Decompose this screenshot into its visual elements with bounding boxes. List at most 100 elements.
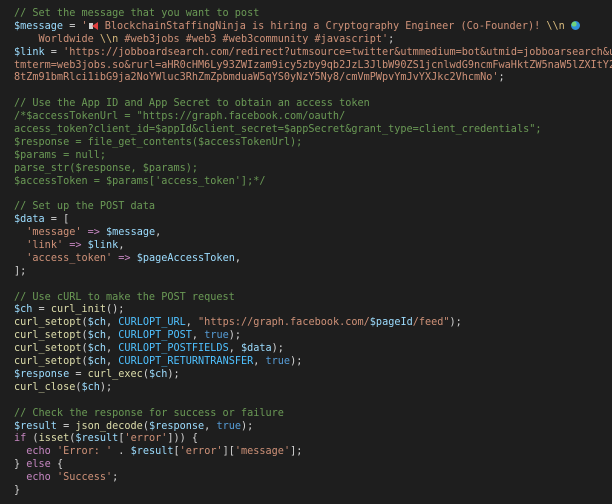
code-token: curl_setopt: [14, 343, 82, 355]
code-token: = [: [44, 214, 70, 226]
code-token: // Set the message that you want to post: [14, 8, 260, 19]
code-token: {: [50, 459, 64, 471]
code-line[interactable]: curl_setopt($ch, CURLOPT_RETURNTRANSFER,…: [14, 356, 612, 369]
code-token: CURLOPT_RETURNTRANSFER: [118, 356, 254, 368]
code-line[interactable]: [14, 279, 612, 292]
code-token: tmterm=web3jobs.so&rurl=aHR0cHM6Ly93ZWIz…: [14, 59, 612, 71]
code-token: =>: [112, 252, 137, 264]
code-token: curl_setopt: [14, 356, 82, 368]
code-line[interactable]: ];: [14, 266, 612, 279]
code-token: ,: [106, 343, 119, 355]
code-token: }: [14, 484, 21, 496]
code-line[interactable]: [14, 188, 612, 201]
code-token: );: [240, 420, 254, 432]
code-line[interactable]: 8tZm91bmRlci1ibG9ja2NoYWluc3RhZmZpbmduaW…: [14, 72, 612, 85]
code-token: isset: [38, 433, 70, 445]
code-token: ];: [14, 265, 27, 277]
code-token: =: [44, 46, 64, 58]
code-line[interactable]: $result = json_decode($response, true);: [14, 421, 612, 434]
code-line[interactable]: // Set up the POST data: [14, 201, 612, 214]
code-line[interactable]: echo 'Success';: [14, 472, 612, 485]
code-line[interactable]: echo 'Error: ' . $result['error']['messa…: [14, 446, 612, 459]
code-token: 'error': [179, 446, 223, 458]
code-token: echo: [26, 446, 51, 458]
code-line[interactable]: }: [14, 485, 612, 498]
code-editor[interactable]: // Set the message that you want to post…: [0, 0, 612, 504]
code-token: ;: [112, 472, 119, 484]
code-line[interactable]: 'link' => $link,: [14, 240, 612, 253]
code-line[interactable]: curl_setopt($ch, CURLOPT_POSTFIELDS, $da…: [14, 343, 612, 356]
code-line[interactable]: curl_setopt($ch, CURLOPT_URL, "https://g…: [14, 317, 612, 330]
code-token: $ch: [87, 317, 107, 329]
code-line[interactable]: parse_str($response, $params);: [14, 163, 612, 176]
code-line[interactable]: // Use the App ID and App Secret to obta…: [14, 98, 612, 111]
code-token: ])) {: [167, 433, 199, 445]
code-token: );: [167, 368, 180, 380]
code-token: \\n: [546, 20, 565, 32]
code-token: $link: [14, 46, 45, 58]
code-token: =: [63, 20, 82, 32]
code-line[interactable]: $message = ' BlockchainStaffingNinja is …: [14, 20, 612, 34]
code-token: );: [271, 343, 284, 355]
code-token: ': [81, 20, 88, 32]
code-token: ,: [185, 317, 199, 329]
code-token: ;: [498, 72, 505, 84]
code-token: true: [265, 356, 291, 368]
code-token: curl_setopt: [14, 317, 82, 329]
code-token: json_decode: [75, 420, 143, 432]
code-token: $ch: [14, 304, 33, 316]
code-line[interactable]: 'access_token' => $pageAccessToken,: [14, 253, 612, 266]
code-token: $pageAccessToken: [136, 252, 235, 264]
code-token: $ch: [87, 343, 107, 355]
code-token: ,: [204, 420, 217, 432]
code-line[interactable]: curl_close($ch);: [14, 382, 612, 395]
code-line[interactable]: $response = curl_exec($ch);: [14, 369, 612, 382]
code-line[interactable]: $data = [: [14, 214, 612, 227]
code-line[interactable]: // Use cURL to make the POST request: [14, 292, 612, 305]
code-token: 'error': [124, 433, 168, 445]
code-token: ,: [106, 330, 119, 342]
code-token: ,: [155, 227, 162, 239]
code-token: 'access_token': [26, 252, 113, 264]
code-token: =: [69, 368, 88, 380]
code-token: CURLOPT_POST: [118, 330, 192, 342]
code-token: #web3jobs #web3 #web3community #javascri…: [118, 33, 389, 45]
code-line[interactable]: 'message' => $message,: [14, 227, 612, 240]
code-line[interactable]: Worldwide \\n #web3jobs #web3 #web3commu…: [14, 34, 612, 47]
code-line[interactable]: $ch = curl_init();: [14, 304, 612, 317]
code-line[interactable]: [14, 85, 612, 98]
code-token: $result: [75, 433, 119, 445]
code-line[interactable]: $link = 'https://jobboardsearch.com/redi…: [14, 47, 612, 60]
code-token: $ch: [87, 356, 107, 368]
code-token: $data: [14, 214, 45, 226]
code-line[interactable]: curl_setopt($ch, CURLOPT_POST, true);: [14, 330, 612, 343]
code-token: $result: [14, 420, 57, 432]
code-token: =>: [81, 227, 107, 239]
code-token: /*$accessTokenUrl = "https://graph.faceb…: [14, 111, 346, 123]
code-line[interactable]: $accessToken = $params['access_token'];*…: [14, 176, 612, 189]
code-line[interactable]: /*$accessTokenUrl = "https://graph.faceb…: [14, 111, 612, 124]
code-token: =: [56, 420, 76, 432]
code-token: $message: [14, 20, 64, 32]
code-token: $params = null;: [14, 149, 107, 161]
code-line[interactable]: access_token?client_id=$appId&client_sec…: [14, 124, 612, 137]
code-token: ();: [106, 304, 125, 316]
code-token: ,: [191, 330, 205, 342]
code-token: // Set up the POST data: [14, 201, 156, 213]
code-line[interactable]: $params = null;: [14, 150, 612, 163]
code-line[interactable]: if (isset($result['error'])) {: [14, 433, 612, 446]
code-token: ][: [222, 446, 235, 458]
code-line[interactable]: // Check the response for success or fai…: [14, 408, 612, 421]
code-line[interactable]: } else {: [14, 459, 612, 472]
code-token: echo: [26, 472, 51, 484]
code-line[interactable]: tmterm=web3jobs.so&rurl=aHR0cHM6Ly93ZWIz…: [14, 60, 612, 73]
code-token: parse_str($response, $params);: [14, 162, 199, 174]
code-line[interactable]: // Set the message that you want to post: [14, 8, 612, 21]
code-line[interactable]: $response = file_get_contents($accessTok…: [14, 137, 612, 150]
code-line[interactable]: [14, 395, 612, 408]
code-token: );: [99, 381, 113, 393]
code-token: $data: [240, 343, 272, 355]
